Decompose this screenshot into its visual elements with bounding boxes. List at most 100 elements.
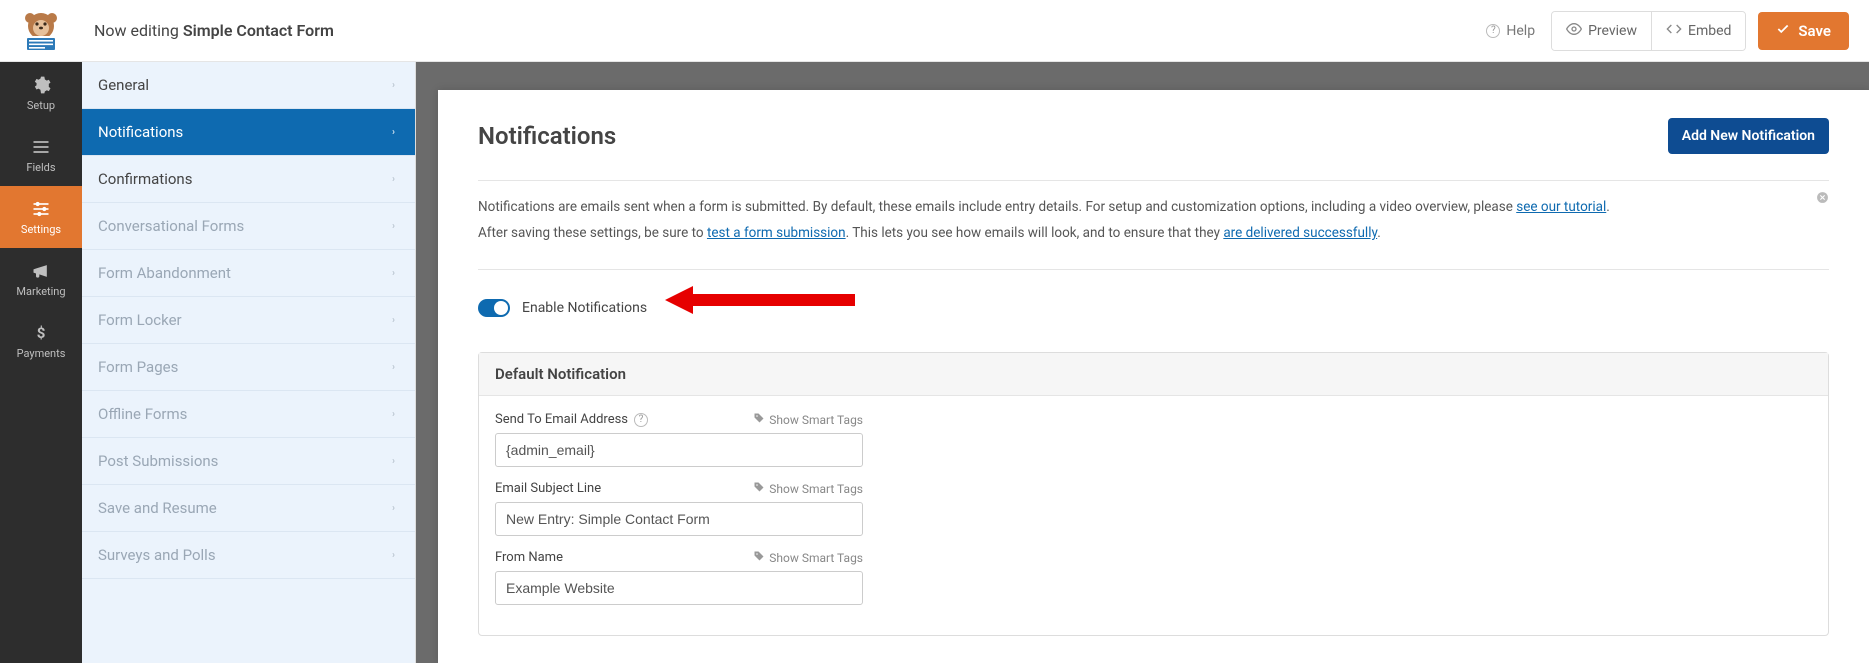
subnav-item-conversational[interactable]: Conversational Forms ›	[82, 203, 415, 250]
subnav-label: Post Submissions	[98, 452, 218, 470]
sliders-icon	[31, 199, 51, 219]
subnav-item-general[interactable]: General ›	[82, 62, 415, 109]
chevron-right-icon: ›	[392, 174, 395, 185]
add-notification-button[interactable]: Add New Notification	[1668, 118, 1829, 154]
subnav-item-saveresume[interactable]: Save and Resume ›	[82, 485, 415, 532]
subnav-label: Notifications	[98, 123, 183, 141]
save-button[interactable]: Save	[1758, 12, 1849, 50]
delivered-link[interactable]: are delivered successfully	[1223, 225, 1377, 241]
subnav-item-pages[interactable]: Form Pages ›	[82, 344, 415, 391]
gear-icon	[31, 75, 51, 95]
chevron-right-icon: ›	[392, 127, 395, 138]
subnav-label: Form Locker	[98, 311, 182, 329]
test-submission-link[interactable]: test a form submission	[707, 225, 846, 241]
dismiss-intro-button[interactable]	[1816, 191, 1829, 208]
svg-text:$: $	[37, 324, 46, 342]
sendto-label-text: Send To Email Address	[495, 412, 628, 427]
canvas-backdrop: Notifications Add New Notification Notif…	[416, 62, 1869, 663]
rail-item-setup[interactable]: Setup	[0, 62, 82, 124]
chevron-right-icon: ›	[392, 315, 395, 326]
editing-context: Now editing Simple Contact Form	[94, 21, 334, 40]
subnav-item-abandonment[interactable]: Form Abandonment ›	[82, 250, 415, 297]
rail-label: Setup	[27, 99, 55, 112]
settings-panel: Notifications Add New Notification Notif…	[438, 90, 1869, 663]
annotation-arrow	[665, 288, 865, 328]
intro-p2b: . This lets you see how emails will look…	[846, 225, 1224, 241]
notification-card-title: Default Notification	[479, 353, 1828, 396]
show-smart-tags-button[interactable]: Show Smart Tags	[753, 481, 863, 496]
page-title: Notifications	[478, 122, 616, 150]
subnav-item-post[interactable]: Post Submissions ›	[82, 438, 415, 485]
chevron-right-icon: ›	[392, 221, 395, 232]
show-smart-tags-button[interactable]: Show Smart Tags	[753, 412, 863, 427]
help-icon: ?	[1486, 24, 1500, 38]
notification-card: Default Notification Send To Email Addre…	[478, 352, 1829, 636]
editing-prefix: Now editing	[94, 21, 183, 40]
intro-p2a: After saving these settings, be sure to	[478, 225, 707, 241]
layout: Setup Fields Settings Marketing $ Paymen…	[0, 62, 1869, 663]
notification-card-body: Send To Email Address ? Show Smart Tags	[479, 396, 879, 635]
check-icon	[1776, 22, 1790, 40]
fromname-input[interactable]	[495, 571, 863, 605]
help-label: Help	[1506, 23, 1535, 39]
subnav-item-notifications[interactable]: Notifications ›	[82, 109, 415, 156]
form-name: Simple Contact Form	[183, 21, 334, 40]
intro-p2c: .	[1377, 225, 1381, 241]
fromname-label: From Name	[495, 550, 563, 565]
embed-button[interactable]: Embed	[1651, 12, 1745, 50]
subnav-item-offline[interactable]: Offline Forms ›	[82, 391, 415, 438]
sendto-input[interactable]	[495, 433, 863, 467]
subnav-label: Conversational Forms	[98, 217, 244, 235]
rail-label: Settings	[21, 223, 61, 236]
brand-logo	[0, 0, 82, 62]
enable-notifications-toggle[interactable]	[478, 299, 510, 317]
intro-text: Notifications are emails sent when a for…	[478, 181, 1829, 270]
field-sendto: Send To Email Address ? Show Smart Tags	[495, 412, 863, 467]
chevron-right-icon: ›	[392, 362, 395, 373]
subnav-label: Form Pages	[98, 358, 178, 376]
show-smart-tags-button[interactable]: Show Smart Tags	[753, 550, 863, 565]
preview-button[interactable]: Preview	[1552, 12, 1651, 50]
help-link[interactable]: ? Help	[1486, 23, 1535, 39]
subnav-label: Surveys and Polls	[98, 546, 216, 564]
preview-embed-group: Preview Embed	[1551, 11, 1746, 51]
subject-label: Email Subject Line	[495, 481, 601, 496]
rail-item-fields[interactable]: Fields	[0, 124, 82, 186]
subnav-label: General	[98, 76, 149, 94]
rail-item-settings[interactable]: Settings	[0, 186, 82, 248]
smart-tags-label: Show Smart Tags	[769, 413, 863, 427]
field-subject: Email Subject Line Show Smart Tags	[495, 481, 863, 536]
chevron-right-icon: ›	[392, 268, 395, 279]
subject-input[interactable]	[495, 502, 863, 536]
subnav-item-surveys[interactable]: Surveys and Polls ›	[82, 532, 415, 579]
page-header: Notifications Add New Notification	[478, 118, 1829, 181]
chevron-right-icon: ›	[392, 550, 395, 561]
tutorial-link[interactable]: see our tutorial	[1516, 199, 1606, 215]
subnav-label: Save and Resume	[98, 499, 217, 517]
subnav-label: Offline Forms	[98, 405, 187, 423]
settings-subnav: General › Notifications › Confirmations …	[82, 62, 416, 663]
intro-p1a: Notifications are emails sent when a for…	[478, 199, 1516, 215]
intro-p1b: .	[1606, 199, 1610, 215]
subnav-item-locker[interactable]: Form Locker ›	[82, 297, 415, 344]
rail-label: Marketing	[16, 285, 65, 298]
rail-label: Fields	[26, 161, 55, 174]
chevron-right-icon: ›	[392, 409, 395, 420]
bullhorn-icon	[31, 261, 51, 281]
tag-icon	[753, 550, 765, 565]
code-icon	[1666, 21, 1682, 41]
rail-item-payments[interactable]: $ Payments	[0, 310, 82, 372]
chevron-right-icon: ›	[392, 80, 395, 91]
smart-tags-label: Show Smart Tags	[769, 482, 863, 496]
nav-rail: Setup Fields Settings Marketing $ Paymen…	[0, 62, 82, 663]
rail-item-marketing[interactable]: Marketing	[0, 248, 82, 310]
topbar: Now editing Simple Contact Form ? Help P…	[0, 0, 1869, 62]
smart-tags-label: Show Smart Tags	[769, 551, 863, 565]
eye-icon	[1566, 21, 1582, 41]
rail-label: Payments	[17, 347, 66, 360]
sendto-label: Send To Email Address ?	[495, 412, 648, 427]
subnav-item-confirmations[interactable]: Confirmations ›	[82, 156, 415, 203]
chevron-right-icon: ›	[392, 456, 395, 467]
preview-label: Preview	[1588, 23, 1637, 39]
help-icon[interactable]: ?	[634, 413, 648, 427]
